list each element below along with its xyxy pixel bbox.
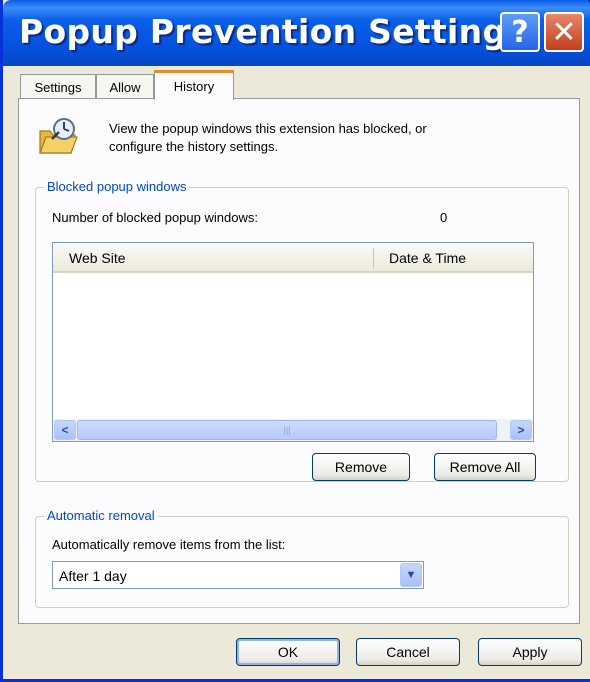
tab-settings[interactable]: Settings — [20, 74, 96, 100]
cancel-button[interactable]: Cancel — [356, 638, 460, 666]
column-date-time[interactable]: Date & Time — [389, 250, 466, 266]
title-bar[interactable]: Popup Prevention Settings ? ✕ — [3, 0, 590, 66]
tab-history-label: History — [173, 79, 215, 94]
window-title: Popup Prevention Settings — [19, 12, 527, 51]
removal-period-value: After 1 day — [59, 568, 127, 584]
automatic-removal-prompt: Automatically remove items from the list… — [52, 537, 286, 552]
remove-button-label: Remove — [334, 459, 388, 475]
scrollbar-thumb[interactable]: ||| — [77, 420, 497, 440]
horizontal-scrollbar[interactable]: < ||| > — [53, 419, 533, 441]
dialog-window: Popup Prevention Settings ? ✕ Settings A… — [0, 0, 590, 682]
tab-allow-label: Allow — [109, 80, 141, 95]
remove-all-button-label: Remove All — [449, 459, 521, 475]
dialog-body: Settings Allow History View the popup wi… — [6, 66, 590, 679]
blocked-popups-group: Blocked popup windows Number of blocked … — [35, 179, 569, 482]
ok-button-label: OK — [277, 644, 299, 660]
blocked-count-value: 0 — [440, 210, 448, 225]
scroll-left-button[interactable]: < — [54, 420, 76, 440]
automatic-removal-legend: Automatic removal — [44, 508, 158, 523]
scroll-right-button[interactable]: > — [510, 420, 532, 440]
tab-history[interactable]: History — [154, 70, 234, 100]
ok-button[interactable]: OK — [236, 638, 340, 666]
history-description-line2: configure the history settings. — [109, 139, 279, 154]
cancel-button-label: Cancel — [386, 644, 430, 660]
apply-button-label: Apply — [512, 644, 548, 660]
blocked-popups-legend: Blocked popup windows — [44, 179, 190, 194]
dropdown-button[interactable]: ▼ — [400, 563, 422, 587]
removal-period-select[interactable]: After 1 day ▼ — [52, 561, 424, 589]
automatic-removal-group: Automatic removal Automatically remove i… — [35, 508, 569, 608]
column-web-site[interactable]: Web Site — [69, 250, 126, 266]
apply-button[interactable]: Apply — [478, 638, 582, 666]
help-icon: ? — [511, 14, 529, 50]
chevron-right-icon: > — [517, 423, 525, 437]
blocked-popups-list[interactable]: Web Site Date & Time < ||| > — [52, 242, 534, 442]
chevron-left-icon: < — [61, 423, 69, 437]
blocked-count-label: Number of blocked popup windows: — [52, 210, 258, 225]
list-header: Web Site Date & Time — [53, 243, 533, 273]
remove-button[interactable]: Remove — [312, 453, 410, 481]
column-divider[interactable] — [373, 248, 374, 268]
tab-settings-label: Settings — [34, 80, 82, 95]
history-tab-panel: View the popup windows this extension ha… — [18, 98, 580, 624]
history-description-line1: View the popup windows this extension ha… — [109, 121, 427, 136]
chevron-down-icon: ▼ — [405, 569, 417, 581]
remove-all-button[interactable]: Remove All — [434, 453, 536, 481]
help-button[interactable]: ? — [500, 12, 540, 52]
close-button[interactable]: ✕ — [544, 12, 584, 52]
grip-icon: ||| — [283, 425, 291, 435]
folder-history-icon — [39, 118, 78, 154]
tab-allow[interactable]: Allow — [96, 74, 154, 100]
close-icon: ✕ — [551, 14, 577, 50]
